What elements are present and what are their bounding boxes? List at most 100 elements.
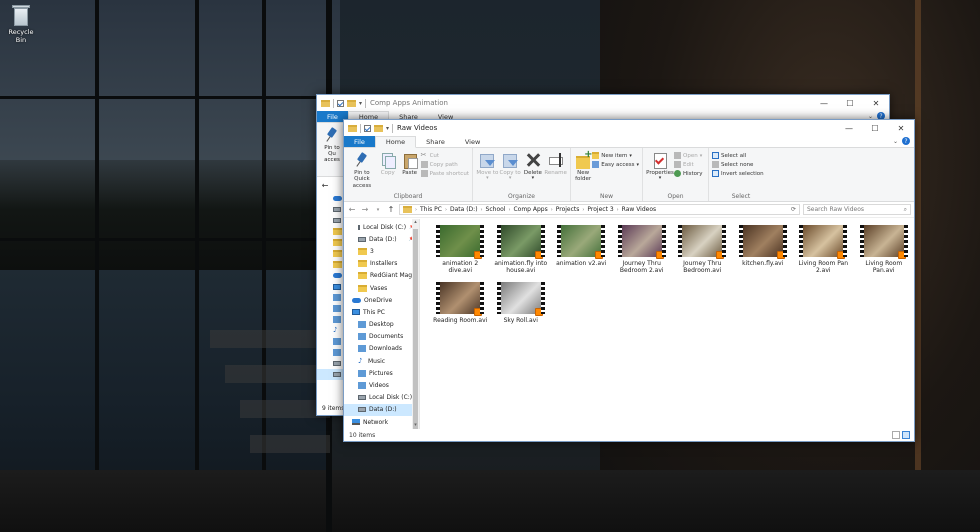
file-item[interactable]: Reading Room.avi <box>430 282 491 324</box>
explorer-window-raw-videos[interactable]: ▾ Raw Videos — ☐ ✕ File Home Share View … <box>343 119 915 442</box>
help-icon[interactable]: ? <box>902 137 910 145</box>
cut-button[interactable]: ✂ Cut <box>421 152 469 159</box>
breadcrumb-this-pc[interactable]: This PC <box>420 206 442 213</box>
nav-item[interactable]: Network <box>344 416 419 428</box>
pc-icon[interactable] <box>333 283 341 290</box>
scroll-down-icon[interactable]: ▾ <box>412 422 419 429</box>
tab-home[interactable]: Home <box>374 136 417 148</box>
desktop-icon[interactable] <box>333 294 341 301</box>
music-icon[interactable]: ♪ <box>333 327 340 334</box>
navigation-pane[interactable]: Local Disk (C:)📌Data (D:)📌 3 Installers Red… <box>344 219 420 429</box>
minimize-button[interactable]: — <box>836 120 862 136</box>
nav-item[interactable]: Data (D:)📌 <box>344 233 419 245</box>
copy-path-button[interactable]: Copy path <box>420 161 469 168</box>
documents-icon[interactable] <box>333 305 341 312</box>
maximize-button[interactable]: ☐ <box>862 120 888 136</box>
easy-access-button[interactable]: Easy access ▾ <box>592 161 639 168</box>
tab-view[interactable]: View <box>455 136 490 147</box>
chevron-down-icon[interactable]: ▾ <box>359 100 362 107</box>
nav-scrollbar[interactable]: ▴ ▾ <box>412 219 419 429</box>
downloads-icon[interactable] <box>333 316 341 323</box>
copy-button[interactable]: Copy <box>377 150 399 191</box>
breadcrumb-projects[interactable]: Projects <box>556 206 580 213</box>
nav-item[interactable]: RedGiant Magic <box>344 270 419 282</box>
file-item[interactable]: Living Room Pan.avi <box>854 225 915 274</box>
chevron-right-icon[interactable]: › <box>508 207 510 213</box>
file-item[interactable]: kitchen.fly.avi <box>733 225 794 274</box>
select-all-button[interactable]: Select all <box>712 152 764 159</box>
minimize-button[interactable]: — <box>811 95 837 111</box>
chevron-right-icon[interactable]: › <box>617 207 619 213</box>
drive-icon[interactable] <box>333 218 341 223</box>
nav-item[interactable]: Documents <box>344 331 419 343</box>
chevron-down-icon[interactable]: ⌄ <box>893 138 898 145</box>
copy-to-button[interactable]: Copy to ▾ <box>499 150 522 191</box>
back-arrow-icon[interactable]: ← <box>320 181 330 190</box>
folder-icon[interactable] <box>333 228 342 235</box>
file-item[interactable]: animation.fly into house.avi <box>491 225 552 274</box>
tab-file[interactable]: File <box>344 136 375 147</box>
properties-icon[interactable] <box>337 99 344 107</box>
close-button[interactable]: ✕ <box>888 120 914 136</box>
refresh-icon[interactable]: ⟳ <box>791 206 796 213</box>
file-list[interactable]: animation 2 dive.avi animation.fly into h… <box>420 219 914 429</box>
delete-button[interactable]: Delete ▾ <box>522 150 545 191</box>
nav-item[interactable]: Local Disk (C:)📌 <box>344 221 419 233</box>
file-item[interactable]: Journey Thru Bedroom.avi <box>672 225 733 274</box>
search-input[interactable]: Search Raw Videos ⌕ <box>803 204 911 215</box>
address-bar[interactable]: › This PC › Data (D:) › School › Comp Ap… <box>399 204 800 215</box>
videos-icon[interactable] <box>333 349 341 356</box>
breadcrumb-comp-apps[interactable]: Comp Apps <box>513 206 547 213</box>
title-bar[interactable]: ▾ Raw Videos — ☐ ✕ <box>344 120 914 136</box>
chevron-right-icon[interactable]: › <box>582 207 584 213</box>
chevron-right-icon[interactable]: › <box>445 207 447 213</box>
breadcrumb-school[interactable]: School <box>486 206 506 213</box>
nav-item[interactable]: Videos <box>344 379 419 391</box>
pin-quick-access-button[interactable]: Pin to Qu acces <box>321 125 343 163</box>
pictures-icon[interactable] <box>333 338 341 345</box>
new-item-button[interactable]: New item ▾ <box>592 152 639 159</box>
file-item[interactable]: animation 2 dive.avi <box>430 225 491 274</box>
paste-button[interactable]: Paste <box>399 150 421 191</box>
nav-item[interactable]: OneDrive <box>344 294 419 306</box>
properties-icon[interactable] <box>364 124 371 132</box>
drive-icon[interactable] <box>333 361 341 366</box>
rename-button[interactable]: Rename <box>544 150 567 191</box>
file-item[interactable]: Sky Roll.avi <box>491 282 552 324</box>
chevron-right-icon[interactable]: › <box>551 207 553 213</box>
move-to-button[interactable]: Move to ▾ <box>476 150 499 191</box>
tab-share[interactable]: Share <box>416 136 455 147</box>
drive-icon[interactable] <box>333 372 341 377</box>
drive-icon[interactable] <box>333 207 341 212</box>
scrollbar-thumb[interactable] <box>413 229 418 429</box>
title-bar[interactable]: ▾ Comp Apps Animation — ☐ ✕ <box>317 95 889 111</box>
pin-quick-access-button[interactable]: Pin to Quick access <box>347 150 377 191</box>
details-view-icon[interactable] <box>892 431 900 439</box>
folder-icon[interactable] <box>333 250 342 257</box>
select-none-button[interactable]: Select none <box>712 161 764 168</box>
open-button[interactable]: Open ▾ <box>674 152 703 159</box>
nav-item[interactable]: Vases <box>344 282 419 294</box>
breadcrumb-raw-videos[interactable]: Raw Videos <box>622 206 656 213</box>
maximize-button[interactable]: ☐ <box>837 95 863 111</box>
nav-item[interactable]: Installers <box>344 258 419 270</box>
nav-item[interactable]: Downloads <box>344 343 419 355</box>
breadcrumb-project-3[interactable]: Project 3 <box>587 206 613 213</box>
back-arrow-icon[interactable]: ← <box>347 205 357 214</box>
recent-locations-icon[interactable]: ▾ <box>373 207 383 213</box>
nav-item[interactable]: Data (D:) <box>344 403 419 416</box>
file-item[interactable]: animation v2.avi <box>551 225 612 274</box>
edit-button[interactable]: Edit <box>674 161 703 168</box>
chevron-down-icon[interactable]: ▾ <box>386 125 389 132</box>
paste-shortcut-button[interactable]: Paste shortcut <box>420 170 469 177</box>
breadcrumb-data-d[interactable]: Data (D:) <box>450 206 478 213</box>
nav-item[interactable]: Pictures <box>344 367 419 379</box>
file-item[interactable]: Journey Thru Bedroom 2.avi <box>612 225 673 274</box>
up-arrow-icon[interactable]: ↑ <box>386 205 396 214</box>
onedrive-icon[interactable] <box>333 196 342 201</box>
new-folder-button[interactable]: New folder <box>574 149 592 191</box>
large-icons-view-icon[interactable] <box>902 431 910 439</box>
history-button[interactable]: History <box>674 170 703 177</box>
scroll-up-icon[interactable]: ▴ <box>412 219 419 226</box>
nav-item[interactable]: Local Disk (C:) <box>344 392 419 404</box>
